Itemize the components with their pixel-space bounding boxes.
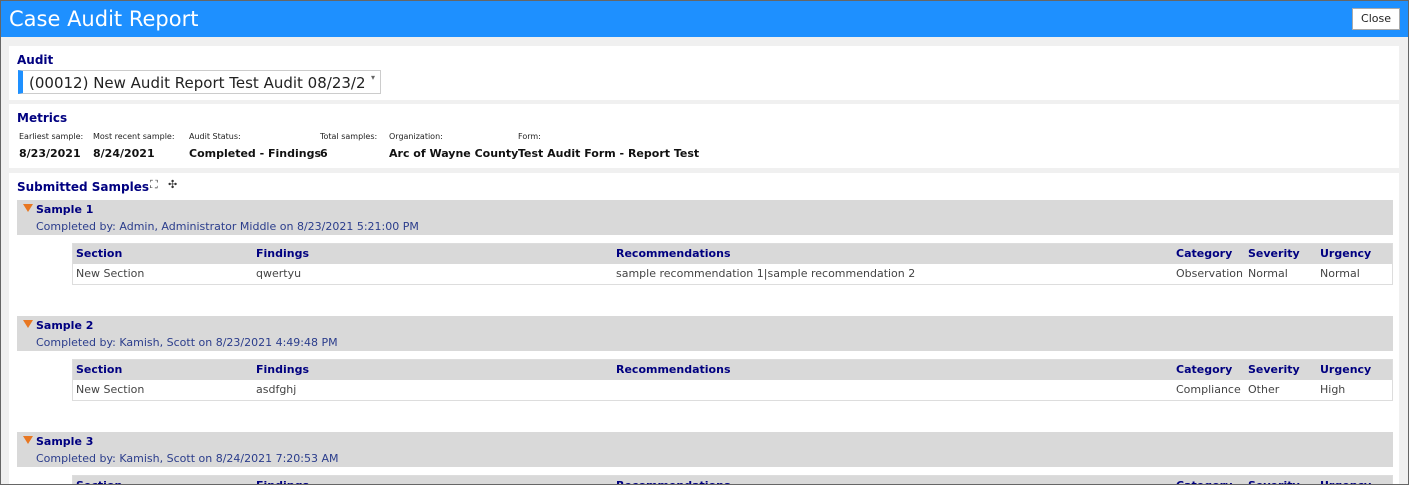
metric-organization: Organization: Arc of Wayne County xyxy=(389,132,518,160)
sample-header[interactable]: Sample 2 Completed by: Kamish, Scott on … xyxy=(17,316,1393,351)
submitted-samples-panel: Submitted Samples ⛶ ✣ Sample 1 Completed… xyxy=(9,173,1399,484)
metric-value: 8/23/2021 xyxy=(19,147,81,160)
column-header: Urgency xyxy=(1320,247,1372,260)
collapse-all-icon[interactable]: ✣ xyxy=(168,179,180,191)
table-cell: High xyxy=(1320,383,1346,396)
table-row: New Section asdfghj Compliance Other Hig… xyxy=(73,380,1392,400)
table-cell: qwertyu xyxy=(256,267,302,280)
column-header: Findings xyxy=(256,247,310,260)
metric-label: Earliest sample: xyxy=(19,132,84,141)
submitted-samples-title: Submitted Samples xyxy=(17,180,149,194)
metric-label: Audit Status: xyxy=(189,132,241,141)
metric-value: 6 xyxy=(320,147,328,160)
table-header: Section Findings Recommendations Categor… xyxy=(73,476,1392,484)
chevron-down-icon: ▾ xyxy=(368,71,378,93)
column-header: Findings xyxy=(256,479,309,484)
audit-section-title: Audit xyxy=(17,53,54,67)
audit-select-value: (00012) New Audit Report Test Audit 08/2… xyxy=(29,74,366,92)
sample-title[interactable]: Sample 1 xyxy=(36,203,93,216)
title-bar: Case Audit Report Close xyxy=(1,1,1408,37)
metric-earliest-sample: Earliest sample: 8/23/2021 xyxy=(19,132,83,160)
sample-header[interactable]: Sample 1 Completed by: Admin, Administra… xyxy=(17,200,1393,235)
metric-label: Most recent sample: xyxy=(93,132,175,141)
table-cell: Normal xyxy=(1320,267,1360,280)
window-title: Case Audit Report xyxy=(9,7,199,31)
sample-title[interactable]: Sample 2 xyxy=(36,319,93,332)
audit-panel: Audit (00012) New Audit Report Test Audi… xyxy=(9,46,1399,100)
table-cell: sample recommendation 1|sample recommend… xyxy=(616,267,916,280)
table-row: New Section qwertyu sample recommendatio… xyxy=(73,264,1392,284)
column-header: Severity xyxy=(1248,479,1300,484)
sample-findings-table: Section Findings Recommendations Categor… xyxy=(72,243,1393,285)
caret-down-icon[interactable] xyxy=(23,320,33,328)
sample-completed-by: Completed by: Kamish, Scott on 8/24/2021… xyxy=(36,452,339,465)
metric-label: Organization: xyxy=(389,132,443,141)
metric-value: Completed - Findings xyxy=(189,147,322,160)
table-header: Section Findings Recommendations Categor… xyxy=(73,244,1392,264)
column-header: Category xyxy=(1176,247,1233,260)
column-header: Severity xyxy=(1248,247,1300,260)
metric-label: Form: xyxy=(518,132,541,141)
metric-value: 8/24/2021 xyxy=(93,147,155,160)
table-header: Section Findings Recommendations Categor… xyxy=(73,360,1392,380)
sample-header[interactable]: Sample 3 Completed by: Kamish, Scott on … xyxy=(17,432,1393,467)
sample-findings-table: Section Findings Recommendations Categor… xyxy=(72,359,1393,401)
expand-all-icon[interactable]: ⛶ xyxy=(150,179,162,191)
column-header: Section xyxy=(76,247,123,260)
metrics-panel: Metrics Earliest sample: 8/23/2021 Most … xyxy=(9,104,1399,168)
close-button[interactable]: Close xyxy=(1352,8,1400,30)
column-header: Urgency xyxy=(1320,479,1371,484)
column-header: Section xyxy=(76,363,123,376)
metric-total-samples: Total samples: 6 xyxy=(320,132,377,160)
table-cell: New Section xyxy=(76,267,145,280)
column-header: Severity xyxy=(1248,363,1300,376)
metric-value: Test Audit Form - Report Test xyxy=(518,147,700,160)
case-audit-report-window: Case Audit Report Close Audit (00012) Ne… xyxy=(0,0,1409,485)
column-header: Recommendations xyxy=(616,363,731,376)
table-cell: Normal xyxy=(1248,267,1288,280)
sample-completed-by: Completed by: Kamish, Scott on 8/23/2021… xyxy=(36,336,338,349)
audit-select[interactable]: (00012) New Audit Report Test Audit 08/2… xyxy=(18,70,381,94)
column-header: Category xyxy=(1176,479,1232,484)
column-header: Urgency xyxy=(1320,363,1372,376)
metric-value: Arc of Wayne County xyxy=(389,147,519,160)
table-cell: New Section xyxy=(76,383,145,396)
sample-findings-table: Section Findings Recommendations Categor… xyxy=(72,475,1393,484)
metrics-section-title: Metrics xyxy=(17,111,68,125)
caret-down-icon[interactable] xyxy=(23,204,33,212)
caret-down-icon[interactable] xyxy=(23,436,33,444)
sample-completed-by: Completed by: Admin, Administrator Middl… xyxy=(36,220,419,233)
column-header: Category xyxy=(1176,363,1233,376)
metric-label: Total samples: xyxy=(320,132,378,141)
table-cell: Compliance xyxy=(1176,383,1241,396)
metric-most-recent-sample: Most recent sample: 8/24/2021 xyxy=(93,132,175,160)
metric-form: Form: Test Audit Form - Report Test xyxy=(518,132,699,160)
table-cell: Observation xyxy=(1176,267,1243,280)
table-cell: Other xyxy=(1248,383,1280,396)
column-header: Section xyxy=(76,479,122,484)
metric-audit-status: Audit Status: Completed - Findings xyxy=(189,132,321,160)
column-header: Findings xyxy=(256,363,310,376)
column-header: Recommendations xyxy=(616,247,731,260)
sample-title[interactable]: Sample 3 xyxy=(36,435,93,448)
table-cell: asdfghj xyxy=(256,383,297,396)
column-header: Recommendations xyxy=(616,479,731,484)
